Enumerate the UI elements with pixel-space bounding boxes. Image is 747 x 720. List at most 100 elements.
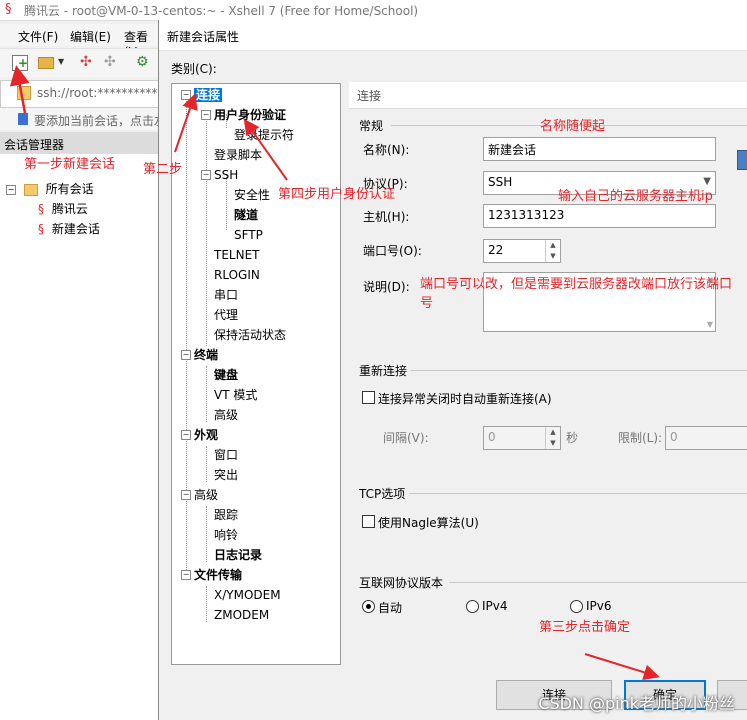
- tree-node-user-auth[interactable]: 用户身份验证: [214, 106, 286, 124]
- settings-icon[interactable]: ⚙: [136, 54, 149, 70]
- annotation-name-tip: 名称随便起: [540, 119, 606, 134]
- dialog-titlebar: 新建会话属性: [159, 20, 747, 51]
- interval-spinner[interactable]: ▲ ▼: [545, 427, 560, 449]
- tree-node-file-transfer[interactable]: 文件传输: [194, 566, 242, 584]
- annotation-host-tip: 输入自己的云服务器主机ip: [558, 189, 713, 204]
- collapse-icon[interactable]: −: [181, 350, 191, 360]
- panel-header-title: 连接: [357, 89, 382, 103]
- tree-node-tunnel[interactable]: 隧道: [234, 206, 258, 224]
- menu-file[interactable]: 文件(F): [18, 28, 58, 45]
- open-folder-icon[interactable]: [38, 57, 54, 69]
- interval-label: 间隔(V):: [383, 431, 429, 445]
- dropdown-arrow-icon[interactable]: ▼: [58, 57, 64, 66]
- collapse-icon[interactable]: −: [181, 490, 191, 500]
- ip-auto-label: 自动: [378, 601, 403, 615]
- tree-node-terminal[interactable]: 终端: [194, 346, 218, 364]
- spin-down-icon[interactable]: ▼: [546, 438, 560, 449]
- dialog-title: 新建会话属性: [167, 30, 240, 44]
- address-text: ssh://root:**********: [37, 86, 158, 100]
- interval-value: 0: [488, 430, 496, 444]
- tree-node-window[interactable]: 窗口: [214, 446, 238, 464]
- reconnect-section-title: 重新连接: [359, 364, 408, 378]
- collapse-icon[interactable]: −: [181, 90, 191, 100]
- address-bar[interactable]: ssh://root:**********: [0, 80, 162, 108]
- ip-version-section-title: 互联网协议版本: [359, 576, 444, 590]
- spin-up-icon[interactable]: ▲: [546, 240, 560, 251]
- category-tree[interactable]: − 连接 − 用户身份验证 登录提示符 登录脚本 − SSH 安全性 隧道 SF…: [171, 83, 341, 665]
- tcp-section-title: TCP选项: [359, 487, 406, 501]
- collapse-icon[interactable]: −: [201, 170, 211, 180]
- interval-stepper[interactable]: 0 ▲ ▼: [483, 426, 561, 450]
- collapse-icon[interactable]: −: [201, 110, 211, 120]
- port-spinner[interactable]: ▲ ▼: [545, 240, 560, 262]
- collapse-icon[interactable]: −: [6, 184, 16, 195]
- host-input[interactable]: 1231313123: [483, 204, 716, 228]
- tree-node-zmodem[interactable]: ZMODEM: [214, 606, 269, 624]
- tree-node-connection[interactable]: 连接: [194, 86, 223, 104]
- watermark: CSDN @pink老师的小粉丝: [538, 694, 735, 713]
- port-stepper[interactable]: 22 ▲ ▼: [483, 239, 561, 263]
- spin-up-icon[interactable]: ▲: [546, 427, 560, 438]
- ipv6-radio[interactable]: [570, 600, 583, 613]
- bookmark-icon: [18, 113, 28, 125]
- tree-node-security[interactable]: 安全性: [234, 186, 270, 204]
- tree-session-new[interactable]: § 新建会话: [38, 219, 100, 239]
- disconnect-icon[interactable]: ✣: [80, 54, 92, 70]
- spin-down-icon[interactable]: ▼: [546, 251, 560, 262]
- protocol-value: SSH: [488, 175, 513, 189]
- tree-node-xymodem[interactable]: X/YMODEM: [214, 586, 281, 604]
- tree-node-logging[interactable]: 日志记录: [214, 546, 262, 564]
- tree-node-appearance[interactable]: 外观: [194, 426, 218, 444]
- panel-header: 连接: [349, 82, 747, 109]
- session-hint-bar: 要添加当前会话，点击左: [0, 108, 166, 130]
- collapse-icon[interactable]: −: [181, 430, 191, 440]
- session-icon: [17, 86, 31, 100]
- tree-node-login-script[interactable]: 登录脚本: [214, 146, 262, 164]
- tree-node-highlight[interactable]: 突出: [214, 466, 238, 484]
- ipv4-label: IPv4: [482, 599, 508, 613]
- reconnect-icon[interactable]: ✣: [104, 54, 116, 70]
- tree-node-telnet[interactable]: TELNET: [214, 246, 260, 264]
- tree-node-rlogin[interactable]: RLOGIN: [214, 266, 260, 284]
- tree-node-keyboard[interactable]: 键盘: [214, 366, 238, 384]
- tree-node-trace[interactable]: 跟踪: [214, 506, 238, 524]
- scroll-down-icon[interactable]: ▼: [707, 320, 713, 329]
- ip-auto-radio[interactable]: [362, 600, 375, 613]
- collapse-icon[interactable]: −: [181, 570, 191, 580]
- limit-label: 限制(L):: [618, 431, 663, 445]
- ipv4-radio[interactable]: [466, 600, 479, 613]
- limit-stepper[interactable]: 0: [665, 426, 747, 450]
- tree-session-tencent[interactable]: § 腾讯云: [38, 199, 88, 219]
- xshell-toolbar: + ▼ ✣ ✣ ⚙: [0, 48, 160, 77]
- hint-text: 要添加当前会话，点击左: [34, 114, 167, 128]
- tree-node-advanced[interactable]: 高级: [194, 486, 218, 504]
- category-label: 类别(C):: [171, 62, 217, 76]
- tree-node-bell[interactable]: 响铃: [214, 526, 238, 544]
- tree-node-login-prompt[interactable]: 登录提示符: [234, 126, 294, 144]
- tree-node-terminal-advanced[interactable]: 高级: [214, 406, 238, 424]
- folder-icon: [23, 183, 38, 196]
- description-label: 说明(D):: [363, 280, 410, 294]
- xshell-session-icon: §: [38, 222, 44, 236]
- auto-reconnect-checkbox[interactable]: [362, 391, 375, 404]
- menu-edit[interactable]: 编辑(E): [70, 28, 111, 45]
- tree-all-sessions-label: 所有会话: [45, 182, 94, 196]
- name-label: 名称(N):: [363, 143, 410, 157]
- xshell-session-icon: §: [38, 202, 44, 216]
- annotation-step3: 第三步点击确定: [539, 620, 631, 635]
- tree-all-sessions[interactable]: − 所有会话: [6, 179, 94, 199]
- nagle-checkbox[interactable]: [362, 515, 375, 528]
- tree-node-sftp[interactable]: SFTP: [234, 226, 263, 244]
- tree-session-new-label: 新建会话: [51, 222, 100, 236]
- port-value: 22: [488, 243, 504, 257]
- tree-node-proxy[interactable]: 代理: [214, 306, 238, 324]
- tree-node-keepalive[interactable]: 保持活动状态: [214, 326, 286, 344]
- name-input[interactable]: 新建会话: [483, 137, 716, 161]
- seconds-label: 秒: [566, 431, 579, 445]
- tree-node-ssh[interactable]: SSH: [214, 166, 238, 184]
- general-section-title: 常规: [359, 119, 384, 133]
- tree-node-vt-mode[interactable]: VT 模式: [214, 386, 257, 404]
- session-manager-header: 会话管理器: [0, 132, 160, 155]
- tree-node-serial[interactable]: 串口: [214, 286, 238, 304]
- new-session-icon[interactable]: +: [12, 55, 28, 71]
